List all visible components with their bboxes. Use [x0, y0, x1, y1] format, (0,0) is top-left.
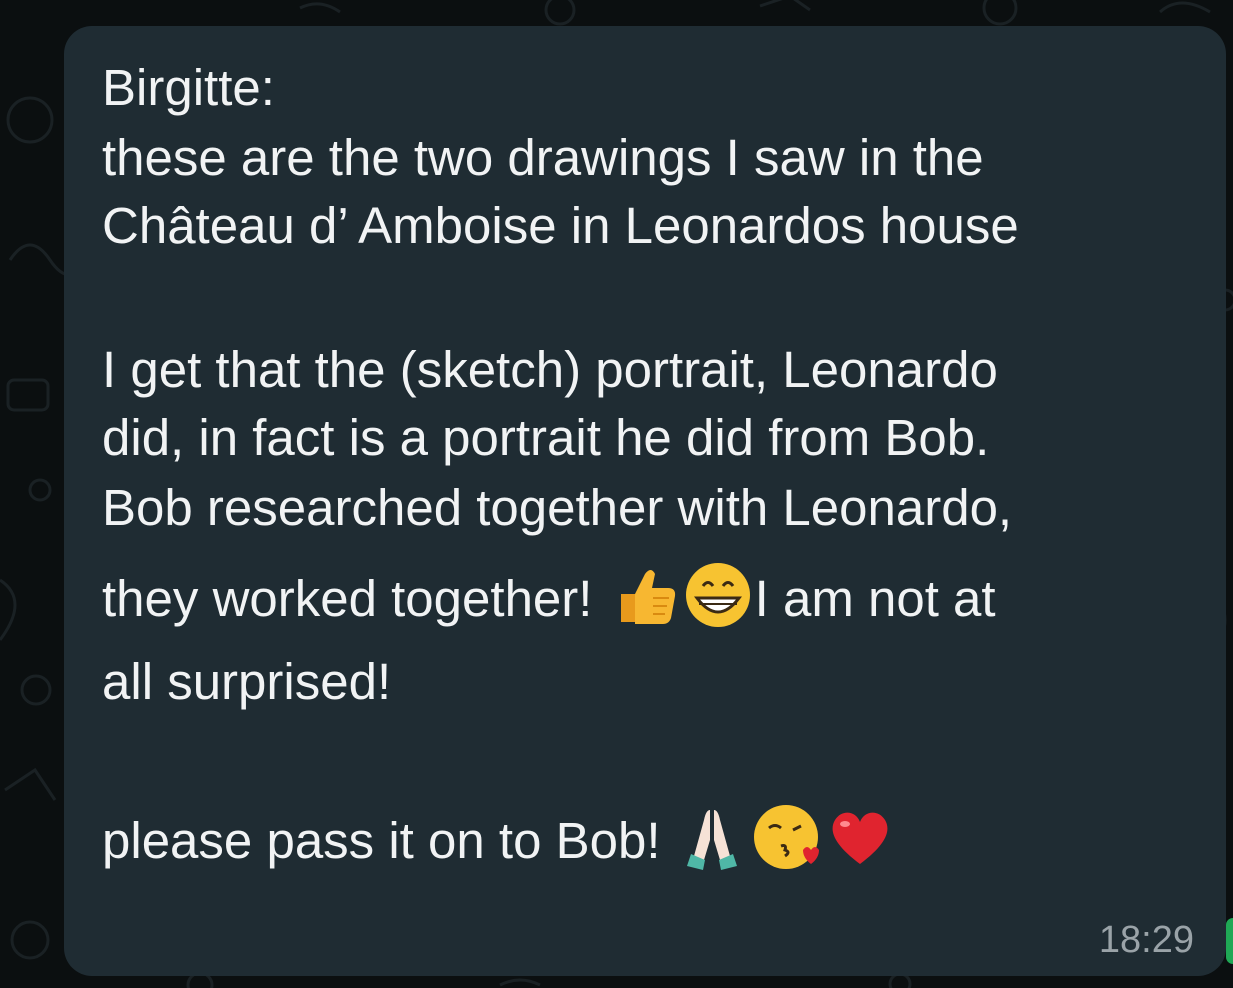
message-text: please pass it on to Bob! — [102, 812, 675, 869]
message-timestamp: 18:29 — [1098, 919, 1194, 961]
chat-background: Birgitte: these are the two drawings I s… — [0, 0, 1233, 988]
message-line: these are the two drawings I saw in the — [102, 129, 984, 186]
red-heart-icon — [832, 812, 888, 864]
next-bubble-edge — [1226, 918, 1233, 964]
message-text: they worked together! — [102, 570, 607, 627]
face-blowing-kiss-icon — [753, 805, 819, 869]
folded-hands-icon — [686, 810, 737, 870]
grinning-face-icon — [685, 563, 750, 627]
message-line-with-emojis: they worked together! I am not at — [102, 560, 996, 633]
message-line: Château d’ Amboise in Leonardos house — [102, 197, 1019, 254]
message-bubble[interactable]: Birgitte: these are the two drawings I s… — [64, 26, 1226, 976]
message-line: did, in fact is a portrait he did from B… — [102, 409, 990, 466]
message-line: I get that the (sketch) portrait, Leonar… — [102, 341, 998, 398]
message-line: all surprised! — [102, 653, 392, 710]
message-text: I am not at — [754, 570, 996, 627]
sender-name: Birgitte: — [102, 59, 275, 116]
message-line: Bob researched together with Leonardo, — [102, 479, 1013, 536]
message-line-with-emojis: please pass it on to Bob! — [102, 802, 897, 875]
thumbs-up-icon — [620, 570, 675, 624]
